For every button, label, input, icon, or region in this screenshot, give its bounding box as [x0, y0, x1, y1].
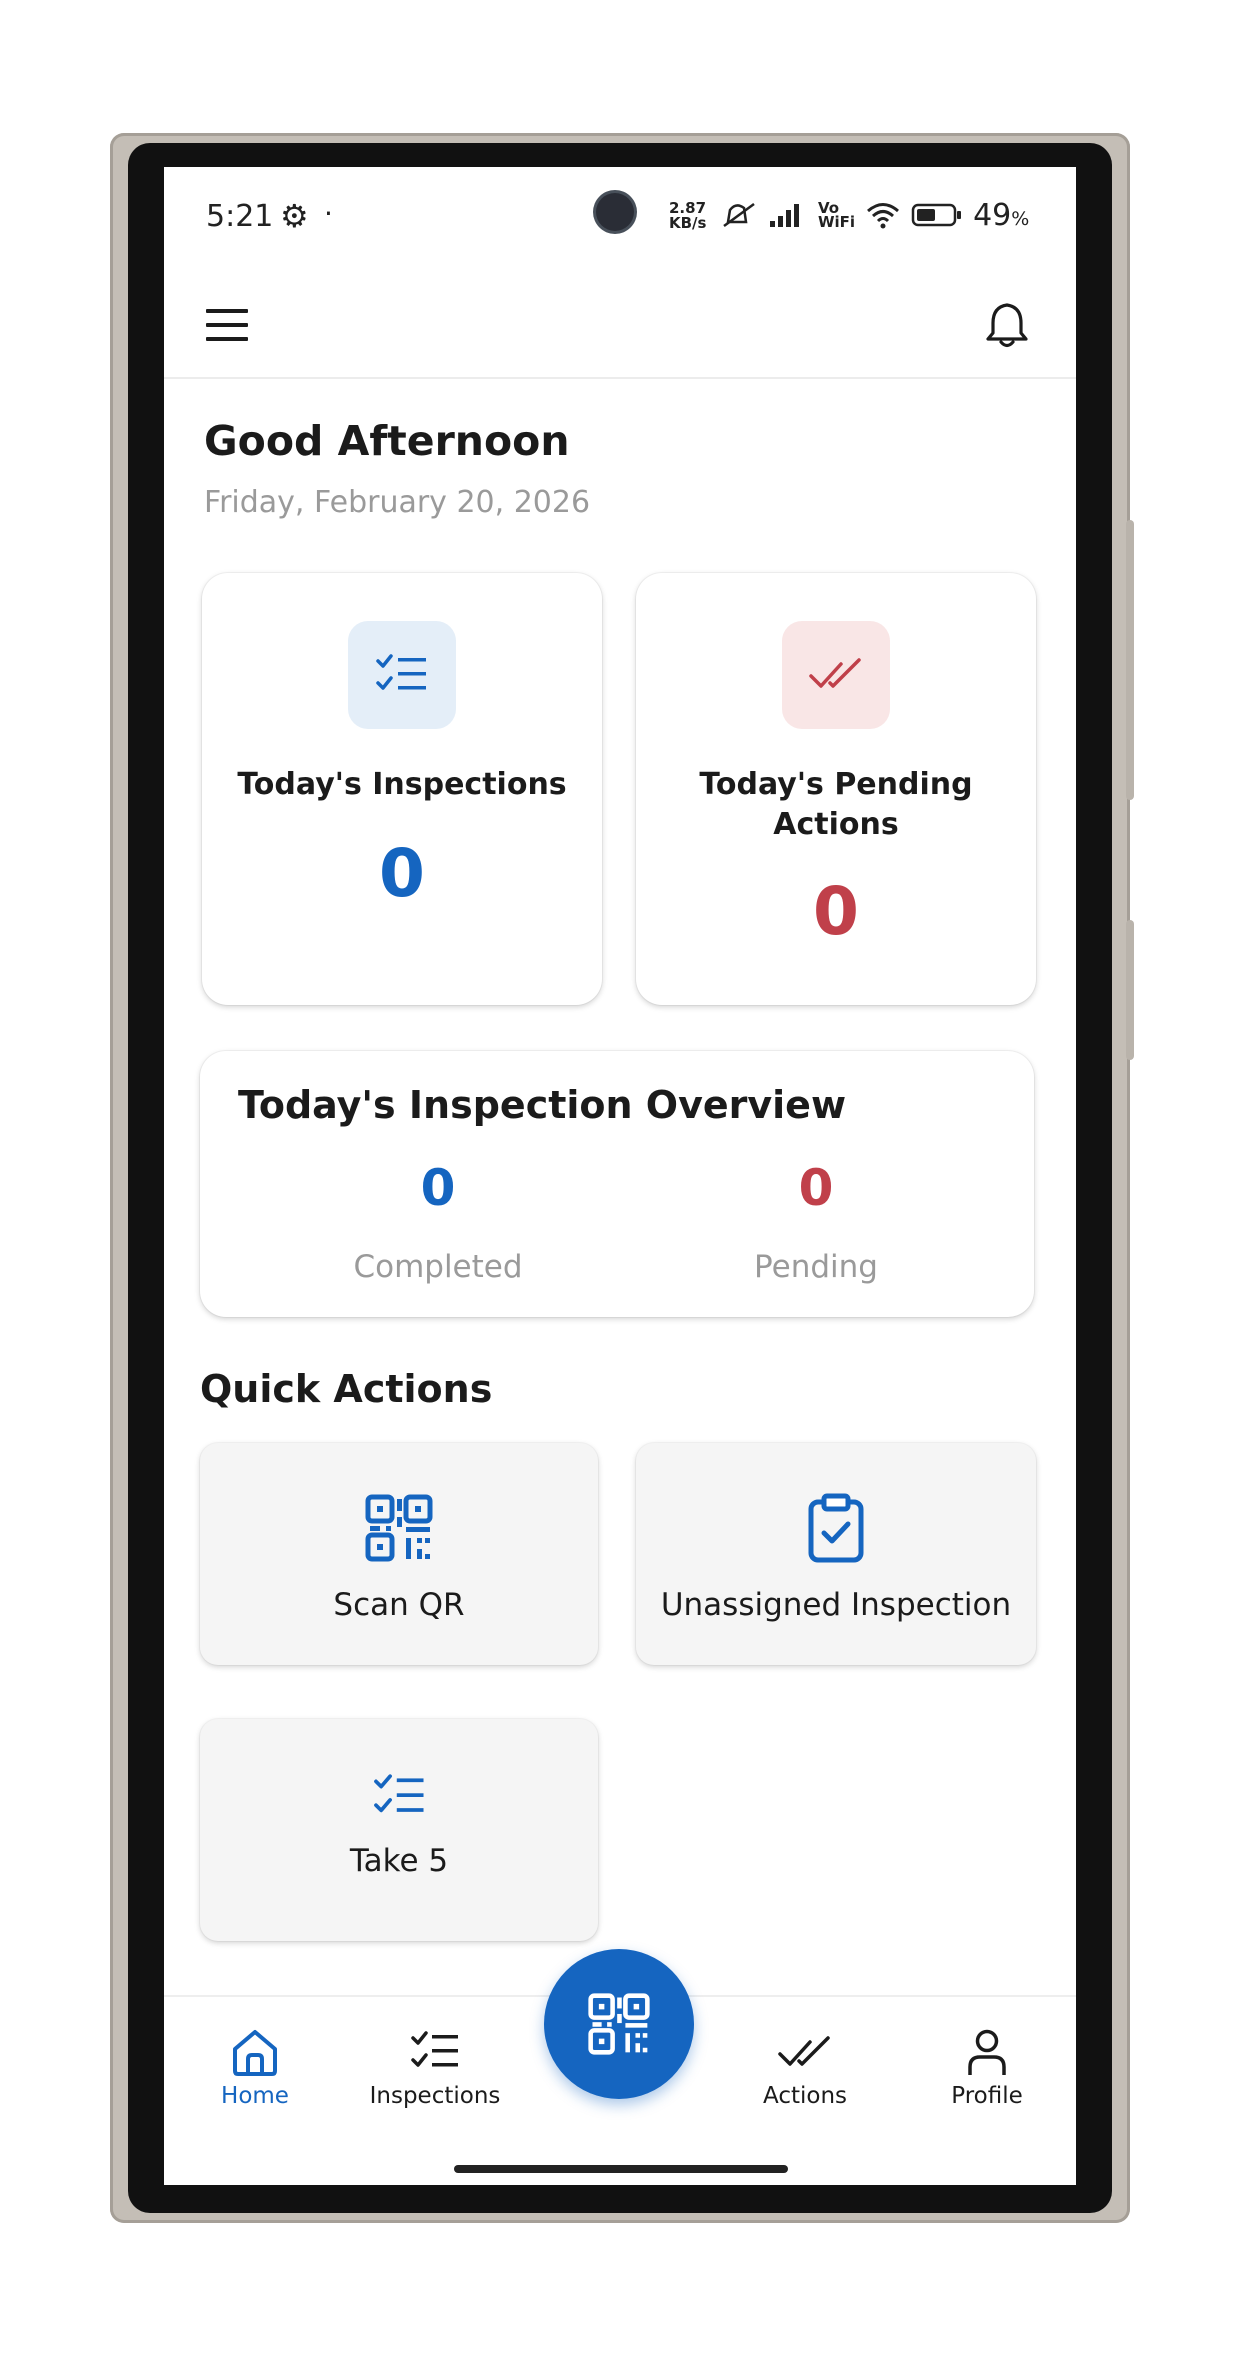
overview-title: Today's Inspection Overview	[238, 1083, 847, 1127]
scan-qr-button[interactable]: Scan QR	[200, 1443, 598, 1665]
network-speed: 2.87 KB/s	[669, 199, 707, 232]
quick-actions-title: Quick Actions	[200, 1367, 493, 1411]
home-icon	[233, 2030, 277, 2076]
greeting-title: Good Afternoon	[204, 417, 570, 465]
bell-icon[interactable]	[982, 299, 1032, 349]
checklist-icon	[411, 2031, 458, 2067]
pending-count: 0	[798, 1159, 834, 1217]
unassigned-inspection-label: Unassigned Inspection	[660, 1587, 1012, 1623]
status-icons: Vo WiFi 49%	[720, 197, 1029, 233]
scan-qr-fab[interactable]	[544, 1949, 694, 2099]
phone-volume-button	[1126, 920, 1134, 1060]
unassigned-inspection-button[interactable]: Unassigned Inspection	[636, 1443, 1036, 1665]
battery-percent: 49%	[973, 197, 1030, 233]
vowifi-label: Vo WiFi	[818, 199, 856, 231]
nav-inspections[interactable]: Inspections	[360, 2027, 510, 2109]
nav-profile[interactable]: Profile	[912, 2027, 1062, 2109]
pending-actions-icon-box	[782, 621, 890, 729]
nav-home[interactable]: Home	[180, 2027, 330, 2109]
inspections-icon-box	[348, 621, 456, 729]
clipboard-check-icon	[808, 1493, 864, 1563]
inspections-count: 0	[379, 835, 425, 912]
phone-power-button	[1126, 520, 1134, 800]
double-check-icon	[809, 658, 861, 688]
completed-count: 0	[420, 1159, 456, 1217]
nav-home-label: Home	[221, 2083, 289, 2109]
nav-actions[interactable]: Actions	[730, 2027, 880, 2109]
qr-code-icon	[588, 1993, 650, 2055]
home-indicator[interactable]	[454, 2165, 788, 2173]
nav-profile-label: Profile	[951, 2083, 1023, 2109]
double-check-icon	[778, 2036, 830, 2066]
menu-icon[interactable]	[206, 305, 248, 345]
pending-actions-label: Today's Pending Actions	[699, 767, 973, 842]
nav-inspections-label: Inspections	[369, 2083, 501, 2109]
inspection-overview-card: Today's Inspection Overview 0 Completed …	[200, 1051, 1034, 1317]
take-5-button[interactable]: Take 5	[200, 1719, 598, 1941]
todays-pending-actions-card[interactable]: Today's Pending Actions 0	[636, 573, 1036, 1005]
pending-actions-count: 0	[813, 873, 859, 950]
checklist-icon	[374, 1774, 424, 1813]
dot-icon: ·	[324, 197, 333, 230]
take-5-label: Take 5	[349, 1843, 449, 1879]
wifi-icon	[867, 203, 900, 229]
checklist-icon	[376, 654, 426, 690]
todays-inspections-card[interactable]: Today's Inspections 0	[202, 573, 602, 1005]
gear-icon: ⚙	[280, 197, 309, 235]
scan-qr-label: Scan QR	[333, 1587, 465, 1623]
pending-label: Pending	[754, 1249, 878, 1285]
battery-icon	[911, 203, 962, 227]
completed-label: Completed	[353, 1249, 523, 1285]
status-time: 5:21	[206, 199, 274, 234]
mute-icon	[723, 202, 755, 228]
inspections-label: Today's Inspections	[237, 767, 567, 802]
front-camera	[596, 193, 634, 231]
date-text: Friday, February 20, 2026	[204, 485, 591, 520]
nav-actions-label: Actions	[762, 2083, 847, 2109]
person-icon	[968, 2029, 1006, 2075]
signal-icon	[770, 204, 799, 227]
qr-code-icon	[365, 1494, 433, 1562]
app-screen: 5:21 ⚙ · 2.87 KB/s Vo WiFi 49% Good Afte…	[164, 167, 1076, 2185]
app-bar	[164, 267, 1076, 379]
status-bar: 5:21 ⚙ · 2.87 KB/s Vo WiFi 49%	[164, 167, 1076, 267]
